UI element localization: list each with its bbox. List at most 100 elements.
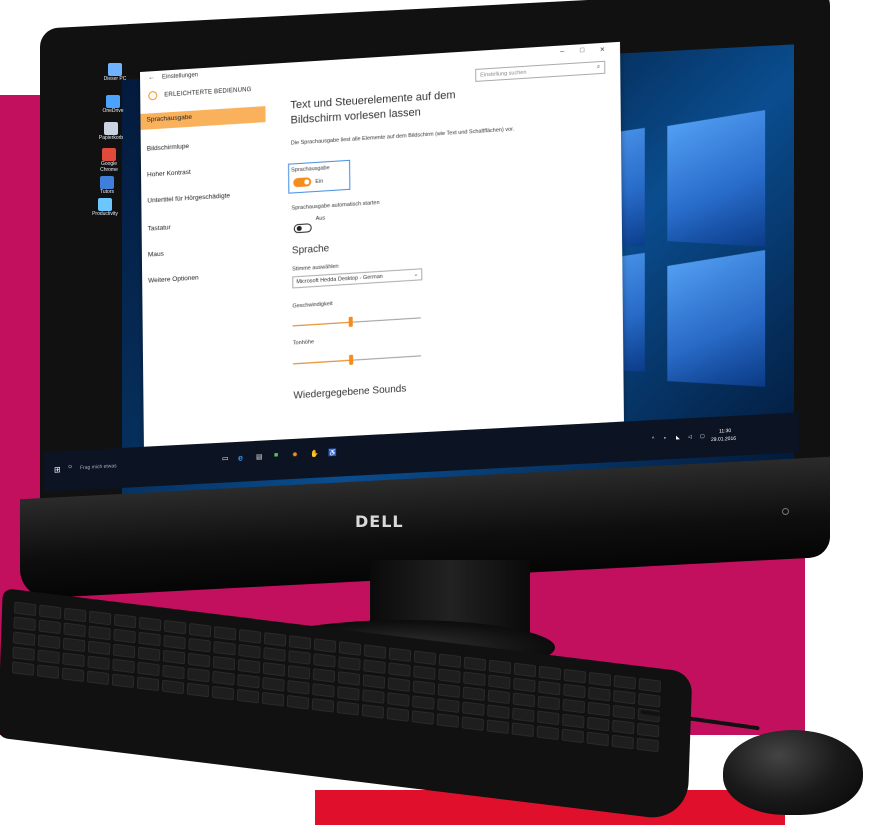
sidebar-item[interactable]: Sprachausgabe [140, 106, 266, 130]
desktop-shortcut[interactable]: OneDrive [98, 95, 128, 114]
sidebar-item[interactable]: Maus [148, 251, 164, 259]
ease-access-taskbar-icon[interactable]: ♿ [328, 449, 337, 457]
sidebar-item[interactable]: Bildschirmlupe [147, 143, 189, 153]
speed-slider[interactable] [292, 312, 421, 332]
keyboard-key [86, 670, 110, 686]
desktop-shortcut-label: Papierkorb [98, 135, 124, 141]
keyboard-key [462, 701, 485, 717]
desktop-shortcut[interactable]: Dieser PC [100, 63, 130, 82]
battery-icon[interactable]: ▪ [664, 435, 666, 441]
keyboard-key [313, 638, 337, 653]
autostart-toggle[interactable] [293, 223, 312, 234]
keyboard-key [312, 683, 335, 698]
keyboard-key [112, 658, 135, 674]
keyboard-key [63, 622, 86, 638]
speed-label: Geschwindigkeit [292, 300, 333, 310]
keyboard-key [237, 658, 261, 674]
keyboard-key [113, 613, 137, 629]
computer-icon [108, 63, 122, 76]
keyboard-key [313, 653, 336, 668]
settings-gear-icon[interactable]: ✹ [292, 451, 298, 459]
maximize-button[interactable]: □ [580, 47, 584, 54]
task-view-icon[interactable]: ▭ [222, 454, 229, 462]
volume-icon[interactable]: ◁ [688, 434, 692, 440]
keyboard-key [11, 661, 35, 676]
hand-icon[interactable]: ✋ [310, 450, 319, 458]
keyboard-key [111, 673, 135, 689]
explorer-icon[interactable]: ▤ [256, 453, 263, 461]
keyboard-key [12, 646, 35, 661]
desktop-shortcut[interactable]: Papierkorb [96, 122, 126, 141]
keyboard-key [36, 664, 60, 679]
search-icon: ⌕ [596, 64, 601, 71]
power-button-icon[interactable] [782, 508, 789, 515]
sidebar-item[interactable]: Hoher Kontrast [147, 169, 191, 179]
desktop-shortcut[interactable]: Tutors [92, 176, 122, 195]
keyboard-key [512, 692, 536, 708]
keyboard-key [37, 649, 60, 665]
voice-select[interactable]: Microsoft Hedda Desktop - German ⌄ [292, 268, 423, 289]
keyboard-key [263, 632, 287, 647]
sidebar-item[interactable]: Tastatur [148, 224, 171, 232]
cloud-icon [106, 95, 120, 108]
desktop-shortcut[interactable]: Google Chrome [94, 148, 124, 173]
keyboard-key [37, 634, 61, 650]
network-icon[interactable]: ◣ [676, 435, 680, 441]
keyboard-key [638, 692, 661, 708]
pitch-slider[interactable] [293, 350, 422, 370]
back-arrow-icon[interactable]: ← [148, 74, 155, 81]
recycle-bin-icon [104, 122, 118, 135]
speed-slider-thumb[interactable] [348, 316, 353, 327]
ease-of-access-icon [148, 90, 158, 101]
clock-date[interactable]: 29.01.2016 [711, 436, 736, 443]
narrator-description: Die Sprachausgabe liest alle Elemente au… [290, 126, 515, 147]
keyboard-key [338, 656, 361, 671]
action-center-icon[interactable]: ▢ [700, 433, 705, 439]
sidebar-item[interactable]: Weitere Optionen [148, 274, 199, 284]
keyboard-key [461, 716, 485, 731]
keyboard-key [187, 667, 210, 683]
store-icon[interactable]: ■ [274, 452, 278, 459]
cortana-icon[interactable]: ○ [68, 464, 72, 471]
start-button[interactable]: ⊞ [54, 465, 61, 474]
pitch-slider-fill [293, 359, 351, 365]
close-button[interactable]: × [600, 45, 605, 54]
keyboard-key [588, 671, 612, 687]
narrator-settings-panel: Text und Steuerelemente auf dem Bildschi… [288, 78, 614, 438]
taskbar-search-input[interactable]: Frag mich etwas [80, 463, 117, 471]
chrome-icon [102, 148, 116, 161]
desktop-shortcut[interactable]: Productivity [90, 198, 120, 217]
window-title: Einstellungen [162, 72, 199, 81]
keyboard-key [263, 647, 286, 662]
keyboard-key [462, 686, 486, 702]
keyboard-key [412, 695, 435, 710]
minimize-button[interactable]: – [560, 48, 564, 55]
narrator-toggle[interactable] [293, 177, 312, 188]
clock-time[interactable]: 11:30 [719, 428, 731, 435]
keyboard-key [312, 668, 336, 683]
keyboard-key [437, 683, 461, 699]
keyboard-key [62, 637, 86, 653]
pitch-slider-thumb[interactable] [348, 354, 353, 365]
tray-chevron-icon[interactable]: ^ [652, 436, 654, 442]
keyboard-key [438, 668, 461, 684]
keyboard-key [411, 710, 435, 725]
keyboard-key [488, 659, 512, 675]
settings-search-input[interactable]: Einstellung suchen [480, 70, 526, 79]
keyboard-key [87, 655, 110, 671]
edge-icon[interactable]: e [238, 453, 243, 463]
tutors-icon [100, 176, 114, 189]
keyboard-key [138, 631, 161, 647]
settings-search-box[interactable]: Einstellung suchen ⌕ [475, 60, 606, 82]
keyboard-key [137, 646, 161, 662]
sidebar-item[interactable]: Untertitel für Hörgeschädigte [147, 192, 230, 204]
keyboard-key [337, 686, 360, 701]
keyboard-key [612, 719, 635, 735]
keyboard-key [112, 643, 136, 659]
keyboard-key [563, 668, 587, 684]
keyboard-key [188, 637, 211, 653]
keyboard-key [438, 653, 462, 669]
keyboard-key [87, 640, 111, 656]
keyboard-key [12, 631, 36, 647]
chevron-down-icon: ⌄ [413, 271, 419, 278]
